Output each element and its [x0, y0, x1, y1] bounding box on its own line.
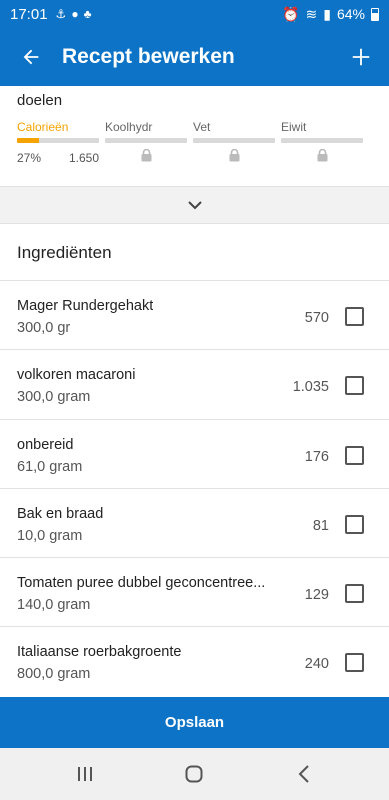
ingredient-calories: 129 [304, 587, 329, 604]
notification-icon: ● [71, 7, 79, 21]
calories-value: 1.650 [68, 151, 99, 165]
ingredient-checkbox[interactable] [345, 653, 364, 673]
home-button[interactable] [169, 754, 219, 794]
ingredient-list: Mager Rundergehakt 300,0 gr 570 volkoren… [0, 280, 389, 696]
ingredient-calories: 240 [304, 656, 329, 673]
expand-goals-button[interactable] [0, 187, 389, 223]
macro-label: Eiwit [281, 120, 307, 134]
ingredient-calories: 570 [304, 310, 329, 326]
macro-label: Calorieën [17, 120, 69, 134]
wifi-icon: ≋ [305, 5, 318, 22]
chevron-down-icon [187, 201, 202, 210]
ingredient-quantity: 61,0 gram [17, 458, 83, 475]
notification-icon: ⚓ [55, 7, 67, 21]
list-item[interactable]: Tomaten puree dubbel geconcentree... 140… [0, 557, 389, 626]
list-item[interactable]: Italiaanse roerbakgroente 800,0 gram 240 [0, 626, 389, 695]
ingredient-name: onbereid [17, 436, 74, 453]
ingredient-calories: 1.035 [292, 379, 329, 396]
ingredient-quantity: 300,0 gram [17, 389, 91, 406]
macro-label: Koolhydr [105, 120, 153, 134]
notification-icon: ♣ [83, 7, 92, 21]
home-icon [185, 765, 203, 783]
protein-progress-bar [281, 138, 363, 143]
ingredient-calories: 81 [312, 517, 329, 534]
ingredient-quantity: 300,0 gr [17, 320, 71, 336]
macro-fat[interactable]: Vet [193, 120, 275, 165]
system-nav-bar [0, 748, 389, 800]
ingredient-checkbox[interactable] [345, 376, 364, 396]
macro-carbs[interactable]: Koolhydr [105, 120, 187, 165]
calories-percent: 27% [17, 151, 42, 165]
carbs-progress-bar [105, 138, 187, 143]
plus-icon [352, 48, 370, 66]
arrow-back-icon [23, 49, 39, 65]
lock-icon [281, 149, 363, 162]
list-item[interactable]: onbereid 61,0 gram 176 [0, 418, 389, 488]
macro-label: Vet [193, 120, 211, 134]
fat-progress-bar [193, 138, 275, 143]
list-item[interactable]: volkoren macaroni 300,0 gram 1.035 [0, 349, 389, 418]
page-title: Recept bewerken [62, 45, 235, 68]
divider [0, 223, 389, 224]
nav-back-button[interactable] [279, 754, 329, 794]
notification-icons: ⚓ ● ♣ [56, 7, 92, 21]
ingredient-checkbox[interactable] [345, 584, 364, 604]
battery-percent: 64% [336, 6, 365, 22]
ingredient-quantity: 10,0 gram [17, 527, 83, 544]
ingredient-name: Italiaanse roerbakgroente [17, 644, 182, 661]
lock-icon [193, 149, 275, 162]
chevron-left-icon [298, 765, 309, 783]
macro-tabs: Calorieën 27% 1.650 Koolhydr Vet Eiwit [17, 120, 377, 165]
ingredients-title: Ingrediënten [17, 243, 112, 262]
ingredient-checkbox[interactable] [345, 445, 364, 465]
status-bar: 17:01 ⚓ ● ♣ ⏰ ≋ ▮ 64% [0, 0, 389, 28]
list-item[interactable]: Bak en braad 10,0 gram 81 [0, 487, 389, 557]
ingredient-quantity: 800,0 gram [17, 666, 91, 683]
recent-apps-icon [77, 767, 92, 781]
ingredient-name: volkoren macaroni [17, 367, 136, 384]
ingredient-checkbox[interactable] [345, 307, 364, 326]
calories-progress-bar [17, 138, 99, 143]
ingredient-quantity: 140,0 gram [17, 597, 91, 614]
battery-icon [371, 7, 379, 21]
back-button[interactable] [0, 28, 62, 86]
recent-apps-button[interactable] [60, 754, 110, 794]
ingredient-calories: 176 [304, 448, 329, 465]
app-bar: Recept bewerken [0, 28, 389, 86]
ingredient-name: Bak en braad [17, 505, 104, 522]
ingredient-name: Mager Rundergehakt [17, 298, 154, 314]
status-right: ⏰ ≋ ▮ 64% [282, 6, 379, 23]
macro-calories[interactable]: Calorieën 27% 1.650 [17, 120, 99, 165]
list-item[interactable]: Mager Rundergehakt 300,0 gr 570 [0, 280, 389, 349]
ingredient-checkbox[interactable] [345, 514, 364, 534]
status-time: 17:01 [10, 5, 48, 23]
lock-icon [105, 149, 187, 162]
alarm-icon: ⏰ [282, 5, 300, 22]
calories-progress-fill [17, 138, 40, 143]
save-button[interactable]: Opslaan [0, 697, 389, 748]
signal-icon: ▮ [323, 5, 331, 22]
goals-label: doelen [17, 92, 63, 109]
add-button[interactable] [333, 28, 389, 86]
ingredient-name: Tomaten puree dubbel geconcentree... [17, 575, 266, 592]
macro-protein[interactable]: Eiwit [281, 120, 363, 165]
